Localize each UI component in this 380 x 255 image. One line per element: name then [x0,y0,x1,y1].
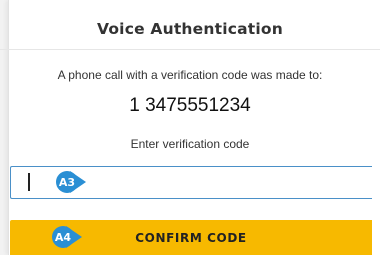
voice-auth-panel [8,0,380,255]
phone-number: 1 3475551234 [129,95,251,116]
badge-a3-label: A3 [56,171,78,193]
dialog-title: Voice Authentication [96,20,283,38]
title-divider [0,49,380,50]
text-caret [28,173,30,191]
code-label: Enter verification code [130,137,250,151]
call-message: A phone call with a verification code wa… [57,68,323,82]
annotation-badge-a4: A4 [52,226,82,248]
annotation-badge-a3: A3 [56,171,86,193]
badge-a4-label: A4 [52,226,74,248]
